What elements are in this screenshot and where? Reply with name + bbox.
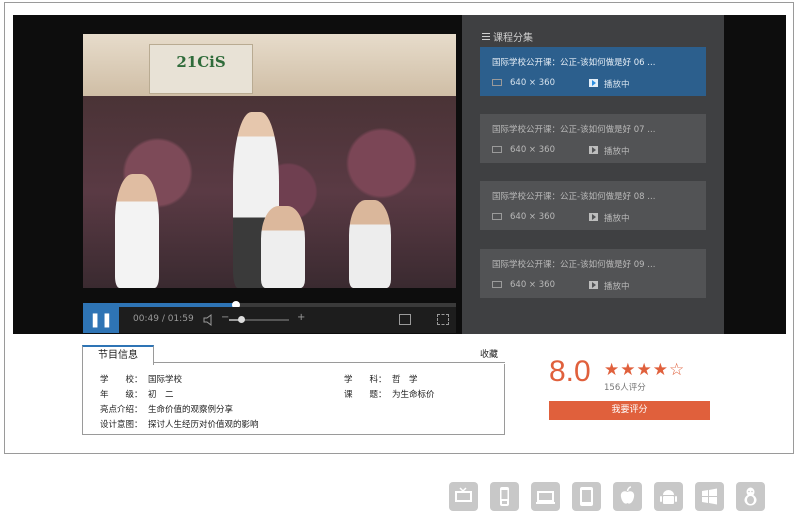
tab-divider [154, 362, 505, 363]
star-filled-icon[interactable]: ★ [637, 360, 653, 380]
episode-item[interactable]: 国际学校公开课：公正-该如何做是好 06 ... 640 × 360 播放中 [480, 47, 706, 96]
info-school: 学 校： 国际学校 [100, 373, 182, 385]
rating-stars: ★★★★☆ [604, 360, 685, 380]
resolution-icon [492, 146, 502, 153]
info-label: 课 题： [344, 390, 387, 400]
info-topic: 课 题： 为生命标价 [344, 388, 435, 400]
play-icon [589, 79, 598, 87]
player-controls: ❚❚ 00:49 / 01:59 − + [83, 307, 456, 333]
volume-handle[interactable] [238, 316, 245, 323]
info-value: 为生命标价 [392, 390, 435, 400]
episode-resolution: 640 × 360 [510, 212, 555, 222]
video-stage-backdrop [83, 34, 456, 102]
volume-slider[interactable] [229, 316, 289, 323]
widescreen-icon[interactable] [399, 314, 411, 325]
info-grade: 年 级： 初 二 [100, 388, 174, 400]
episode-list-title: 课程分集 [482, 29, 533, 44]
episode-resolution: 640 × 360 [510, 78, 555, 88]
tab-program-info[interactable]: 节目信息 [82, 345, 154, 365]
episode-item[interactable]: 国际学校公开课：公正-该如何做是好 08 ... 640 × 360 播放中 [480, 181, 706, 230]
episode-status: 播放中 [604, 282, 630, 292]
episode-list-title-text: 课程分集 [493, 33, 533, 44]
episode-title: 国际学校公开课：公正-该如何做是好 06 ... [492, 58, 656, 68]
episode-sidebar: 课程分集 国际学校公开课：公正-该如何做是好 06 ... 640 × 360 … [462, 15, 724, 334]
star-empty-icon[interactable]: ☆ [669, 360, 685, 380]
info-label: 设计意图： [100, 420, 143, 430]
video-banner-text: 21CiS [176, 53, 226, 71]
mobile-phone-icon[interactable] [490, 482, 519, 511]
episode-status: 播放中 [604, 214, 630, 224]
episode-title: 国际学校公开课：公正-该如何做是好 07 ... [492, 125, 656, 135]
video-seated-student-right [349, 200, 391, 288]
android-icon[interactable] [654, 482, 683, 511]
volume-up-button[interactable]: + [297, 312, 305, 323]
rating-count: 156人评分 [604, 383, 646, 393]
info-label: 年 级： [100, 390, 143, 400]
info-value: 探讨人生经历对价值观的影响 [148, 420, 259, 430]
info-design: 设计意图： 探讨人生经历对价值观的影响 [100, 418, 259, 430]
episode-resolution: 640 × 360 [510, 145, 555, 155]
windows-icon[interactable] [695, 482, 724, 511]
pause-button[interactable]: ❚❚ [83, 307, 119, 333]
rating-score: 8.0 [549, 355, 591, 388]
episode-title: 国际学校公开课：公正-该如何做是好 08 ... [492, 192, 656, 202]
episode-status: 播放中 [604, 147, 630, 157]
episode-item[interactable]: 国际学校公开课：公正-该如何做是好 09 ... 640 × 360 播放中 [480, 249, 706, 298]
list-icon [482, 33, 490, 40]
rate-button[interactable]: 我要评分 [549, 401, 710, 420]
info-highlight: 亮点介绍： 生命价值的观察例分享 [100, 403, 233, 415]
star-filled-icon[interactable]: ★ [604, 360, 620, 380]
favorite-link[interactable]: 收藏 [480, 347, 498, 360]
info-subject: 学 科： 哲 学 [344, 373, 418, 385]
info-value: 初 二 [148, 390, 174, 400]
video-player: 21CiS ❚❚ 00:49 / 01:59 − + 课程分集 国际学校公开课：… [13, 15, 786, 334]
play-icon [589, 146, 598, 154]
play-icon [589, 213, 598, 221]
info-value: 哲 学 [392, 375, 418, 385]
info-value: 国际学校 [148, 375, 183, 385]
episode-status: 播放中 [604, 80, 630, 90]
resolution-icon [492, 79, 502, 86]
video-banner: 21CiS [149, 44, 253, 94]
play-icon [589, 281, 598, 289]
video-seated-student-middle [261, 206, 305, 288]
linux-icon[interactable] [736, 482, 765, 511]
resolution-icon [492, 281, 502, 288]
time-separator: / [161, 314, 165, 324]
time-display: 00:49 / 01:59 [133, 314, 194, 324]
tablet-icon[interactable] [572, 482, 601, 511]
volume-icon[interactable] [203, 313, 217, 327]
episode-title: 国际学校公开课：公正-该如何做是好 09 ... [492, 260, 656, 270]
info-label: 亮点介绍： [100, 405, 143, 415]
info-label: 学 科： [344, 375, 387, 385]
episode-resolution: 640 × 360 [510, 280, 555, 290]
apple-icon[interactable] [613, 482, 642, 511]
video-seated-student-left [115, 174, 159, 288]
fullscreen-icon[interactable] [437, 314, 449, 325]
laptop-icon[interactable] [531, 482, 560, 511]
star-filled-icon[interactable]: ★ [620, 360, 636, 380]
video-frame[interactable]: 21CiS [83, 34, 456, 288]
info-value: 生命价值的观察例分享 [148, 405, 234, 415]
time-total: 01:59 [167, 314, 194, 324]
info-label: 学 校： [100, 375, 143, 385]
tv-icon[interactable] [449, 482, 478, 511]
episode-item[interactable]: 国际学校公开课：公正-该如何做是好 07 ... 640 × 360 播放中 [480, 114, 706, 163]
time-current: 00:49 [133, 314, 159, 324]
star-filled-icon[interactable]: ★ [653, 360, 669, 380]
program-info-panel: 学 校： 国际学校 学 科： 哲 学 年 级： 初 二 课 题： 为生命标价 亮点介绍：… [82, 364, 505, 435]
pause-icon: ❚❚ [89, 312, 113, 328]
resolution-icon [492, 213, 502, 220]
volume-down-button[interactable]: − [221, 312, 229, 323]
